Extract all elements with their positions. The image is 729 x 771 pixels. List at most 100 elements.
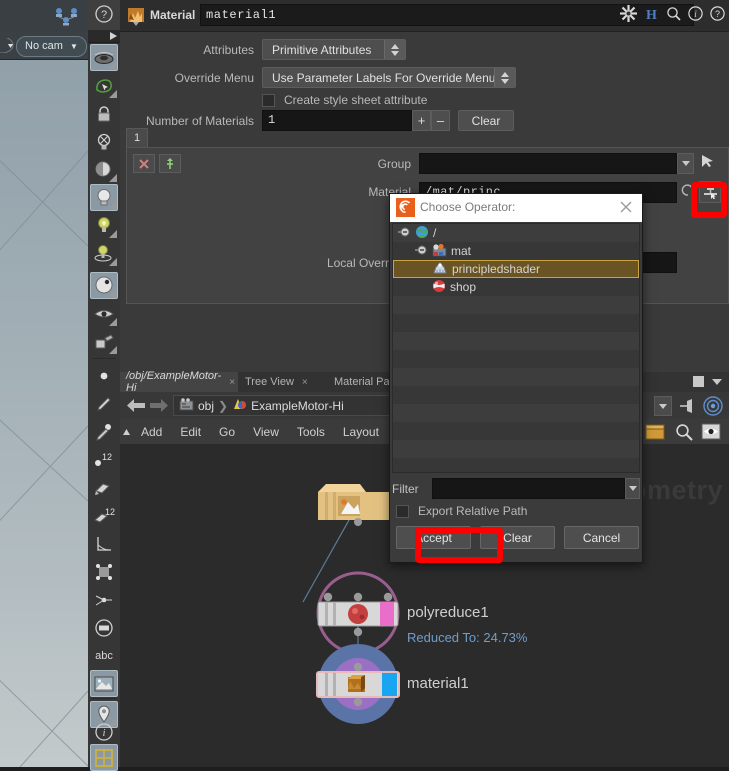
menu-layout[interactable]: Layout <box>334 425 388 439</box>
environment-ball-icon[interactable] <box>90 272 118 299</box>
operator-tree[interactable]: / <box>392 223 640 473</box>
multiparm-tab-strip: 1 <box>126 128 729 147</box>
image-plane-icon[interactable] <box>90 670 118 697</box>
create-style-sheet-checkbox[interactable] <box>262 94 275 107</box>
disc-icon[interactable] <box>90 614 118 641</box>
select-geometry-icon[interactable] <box>90 72 118 99</box>
pin-icon[interactable] <box>679 398 697 419</box>
menu-add[interactable]: Add <box>132 425 171 439</box>
attributes-value: Primitive Attributes <box>272 43 371 57</box>
cancel-button[interactable]: Cancel <box>564 526 639 549</box>
search-icon[interactable] <box>675 423 693 446</box>
tree-item-empty <box>393 440 639 458</box>
attributes-label: Attributes <box>120 43 254 57</box>
collapse-toggle-icon[interactable] <box>414 244 428 259</box>
tree-item-shop[interactable]: shop <box>393 278 639 296</box>
tree-item-principledshader[interactable]: principledshader <box>393 260 639 278</box>
viewport-pane[interactable]: No cam ▼ <box>0 0 88 767</box>
spinner-icon[interactable] <box>384 40 405 59</box>
filter-input[interactable] <box>432 478 625 499</box>
hide-ghost-icon[interactable] <box>90 128 118 155</box>
breadcrumb[interactable]: obj ❯ ExampleMotor-Hi <box>173 395 393 416</box>
close-icon[interactable] <box>618 199 634 215</box>
eye-icon[interactable] <box>701 423 721 445</box>
path-dropdown-button[interactable] <box>654 396 672 416</box>
dialog-title-bar[interactable]: Choose Operator: <box>390 194 642 222</box>
point-light-icon[interactable] <box>90 212 118 239</box>
spinner-icon[interactable] <box>494 68 515 87</box>
camera-prev-icon[interactable] <box>0 38 16 53</box>
network-nodes-icon[interactable] <box>50 6 84 26</box>
menu-scroll-up-icon[interactable] <box>122 423 132 441</box>
tree-item-mat[interactable]: mat <box>393 242 639 260</box>
tree-item-empty <box>393 404 639 422</box>
target-icon[interactable] <box>703 396 723 421</box>
light-bulb-icon[interactable] <box>90 184 118 211</box>
viewport-tool-shelf[interactable]: ? <box>88 0 121 767</box>
menu-view[interactable]: View <box>244 425 288 439</box>
camera-selector[interactable]: No cam ▼ <box>16 36 87 57</box>
group-picker-icon[interactable] <box>700 153 716 174</box>
forward-arrow-icon[interactable] <box>148 397 170 419</box>
tab-tree-view[interactable]: Tree View × <box>239 372 327 392</box>
help-icon[interactable]: ? <box>710 6 725 26</box>
group-input[interactable] <box>419 153 677 174</box>
dialog-title-label: Choose Operator: <box>420 200 515 214</box>
houdini-h-icon[interactable]: H <box>644 6 659 27</box>
menu-tools[interactable]: Tools <box>288 425 334 439</box>
export-relative-path-checkbox[interactable] <box>396 505 409 518</box>
parameter-header: Material material1 H <box>120 0 729 32</box>
attributes-row: Attributes Primitive Attributes <box>120 39 729 60</box>
sphere-shading-icon[interactable] <box>90 156 118 183</box>
chevron-down-icon: ▼ <box>70 42 78 51</box>
paint-eye-icon[interactable] <box>90 328 118 355</box>
back-arrow-icon[interactable] <box>125 397 147 419</box>
material-node-label[interactable]: material1 <box>407 675 469 692</box>
paint-sweep-icon[interactable] <box>90 474 118 501</box>
display-options-icon[interactable] <box>90 44 118 71</box>
view-eye-icon[interactable] <box>90 300 118 327</box>
polyreduce-node-label[interactable]: polyreduce1 <box>407 604 489 621</box>
paint-12-icon[interactable]: 12 <box>90 502 118 529</box>
number-12-point-icon[interactable]: 12 <box>90 446 118 473</box>
export-relative-path-row[interactable]: Export Relative Path <box>396 504 527 518</box>
lock-icon[interactable] <box>90 100 118 127</box>
viewport-scene[interactable] <box>0 31 88 767</box>
light-placement-icon[interactable] <box>90 240 118 267</box>
angle-measure-icon[interactable] <box>90 530 118 557</box>
tree-item-empty <box>393 458 639 473</box>
attributes-dropdown[interactable]: Primitive Attributes <box>262 39 406 60</box>
breadcrumb-examplemotor[interactable]: ExampleMotor-Hi <box>251 399 344 413</box>
tab-obj-examplemotor-hi[interactable]: /obj/ExampleMotor-Hi × <box>120 372 238 392</box>
bbox-points-icon[interactable] <box>90 558 118 585</box>
info-icon[interactable]: i <box>688 6 703 26</box>
gear-icon[interactable] <box>620 5 637 27</box>
menu-go[interactable]: Go <box>210 425 244 439</box>
create-style-sheet-row[interactable]: Create style sheet attribute <box>262 93 427 107</box>
search-icon[interactable] <box>666 6 681 26</box>
edit-brush-icon[interactable] <box>90 390 118 417</box>
chevron-down-icon[interactable] <box>712 379 722 385</box>
breadcrumb-obj[interactable]: obj <box>198 399 214 413</box>
box-icon[interactable] <box>645 423 665 445</box>
collapse-toggle-icon[interactable] <box>397 226 411 241</box>
maximize-icon[interactable] <box>693 376 704 387</box>
shelf-scroll-right[interactable] <box>88 30 120 43</box>
chevron-down-icon[interactable] <box>625 478 640 499</box>
menu-edit[interactable]: Edit <box>171 425 210 439</box>
tab-label: Tree View <box>245 376 294 388</box>
tree-item-root[interactable]: / <box>393 224 639 242</box>
multiparm-tab-1[interactable]: 1 <box>126 128 148 147</box>
point-dot-icon[interactable] <box>90 362 118 389</box>
svg-text:?: ? <box>101 9 107 21</box>
close-icon[interactable]: × <box>229 377 235 388</box>
override-menu-dropdown[interactable]: Use Parameter Labels For Override Menu <box>262 67 516 88</box>
normals-icon[interactable] <box>90 586 118 613</box>
abc-text-icon[interactable]: abc <box>90 642 118 669</box>
svg-text:i: i <box>694 9 697 19</box>
shelf-help-button[interactable]: ? <box>88 0 120 31</box>
info-icon[interactable]: i <box>90 718 118 745</box>
dropper-icon[interactable] <box>90 418 118 445</box>
group-dropdown-button[interactable] <box>677 153 694 174</box>
close-icon[interactable]: × <box>302 377 308 388</box>
